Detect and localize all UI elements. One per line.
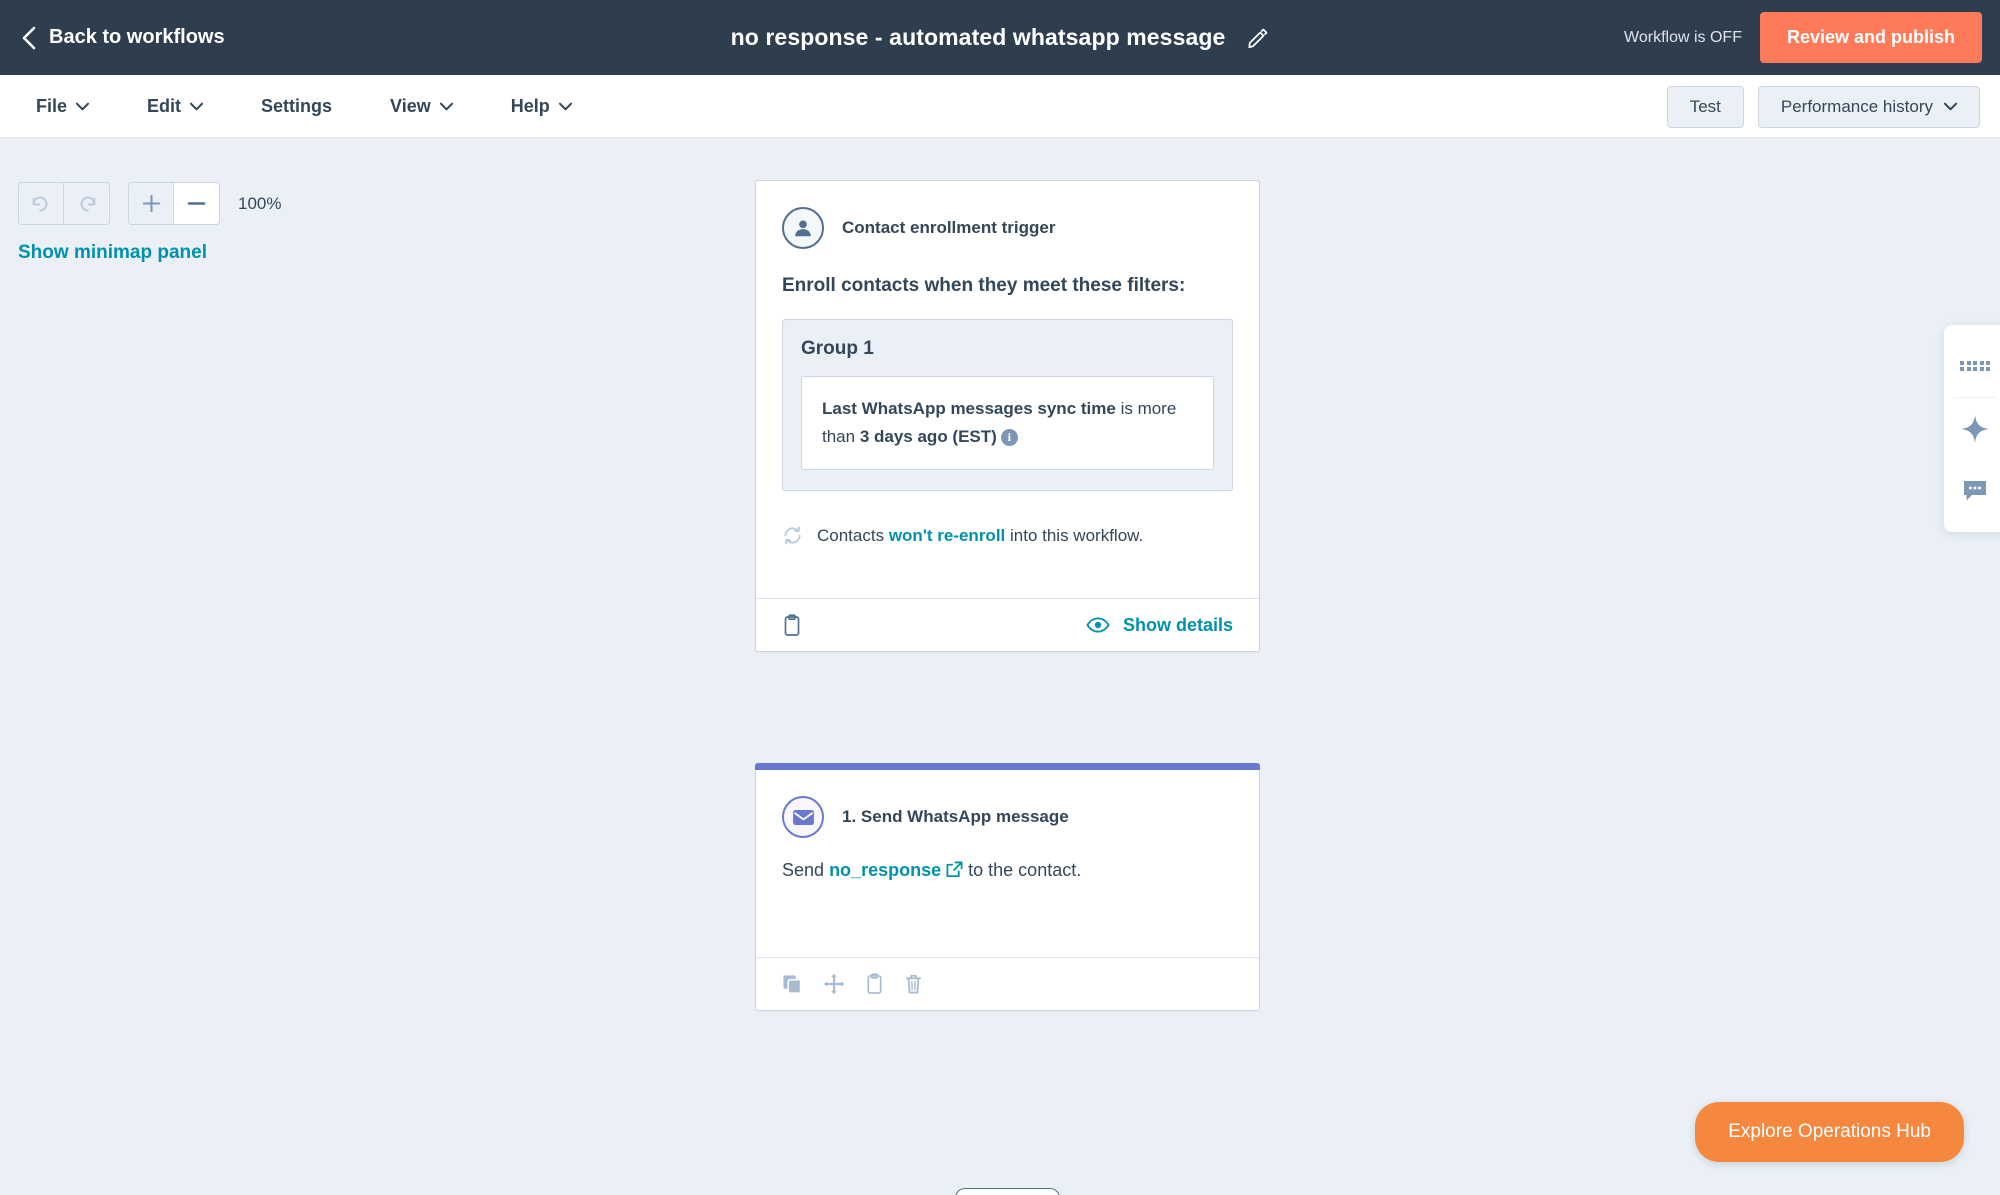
filter-property: Last WhatsApp messages sync time bbox=[822, 399, 1116, 418]
menu-view-label: View bbox=[390, 95, 431, 116]
whatsapp-template-link[interactable]: no_response bbox=[829, 860, 941, 880]
header-actions: Workflow is OFF Review and publish bbox=[1624, 0, 2000, 75]
external-link-icon[interactable] bbox=[946, 861, 963, 878]
send-suffix: to the contact. bbox=[968, 860, 1082, 881]
chevron-left-icon bbox=[22, 26, 36, 49]
performance-history-button[interactable]: Performance history bbox=[1757, 85, 1980, 128]
review-and-publish-button[interactable]: Review and publish bbox=[1759, 12, 1982, 63]
workflow-status-text: Workflow is OFF bbox=[1624, 28, 1742, 46]
filter-value: 3 days ago (EST) bbox=[859, 427, 997, 447]
page-title: no response - automated whatsapp message bbox=[730, 24, 1226, 50]
menu-settings[interactable]: Settings bbox=[261, 96, 368, 117]
panel-ai-assistant-button[interactable] bbox=[1944, 398, 2000, 460]
workflow-node-column: Contact enrollment trigger Enroll contac… bbox=[755, 180, 1260, 1012]
action-description: Send no_response to the contact. bbox=[782, 860, 1233, 881]
clipboard-icon[interactable] bbox=[782, 613, 802, 637]
chat-bubble-icon bbox=[1964, 481, 1986, 501]
menu-bar-actions: Test Performance history bbox=[1666, 75, 1980, 138]
filter-condition[interactable]: Last WhatsApp messages sync time is more… bbox=[801, 376, 1214, 471]
action-accent-bar bbox=[755, 763, 1260, 771]
filter-group-title: Group 1 bbox=[801, 338, 874, 359]
menu-file-label: File bbox=[36, 95, 68, 116]
reenroll-text: Contacts won't re-enroll into this workf… bbox=[817, 526, 1143, 546]
eye-icon bbox=[1086, 617, 1110, 633]
chevron-down-icon bbox=[1944, 102, 1957, 111]
menu-help-label: Help bbox=[510, 95, 550, 116]
info-icon[interactable]: i bbox=[1000, 429, 1018, 447]
action-footer-icons bbox=[782, 973, 923, 995]
send-prefix: Send bbox=[782, 860, 825, 881]
chevron-down-icon bbox=[439, 102, 453, 110]
duplicate-icon[interactable] bbox=[782, 974, 803, 995]
next-step-card-partial[interactable] bbox=[955, 1188, 1060, 1195]
menu-view[interactable]: View bbox=[390, 96, 489, 117]
enroll-filters-label: Enroll contacts when they meet these fil… bbox=[782, 275, 1186, 296]
trigger-card-footer: Show details bbox=[756, 598, 1259, 651]
reenrollment-status: Contacts won't re-enroll into this workf… bbox=[782, 525, 1233, 546]
move-icon[interactable] bbox=[823, 973, 845, 995]
action-card-body: 1. Send WhatsApp message Send no_respons… bbox=[756, 770, 1259, 957]
chevron-down-icon bbox=[558, 102, 572, 110]
menu-file[interactable]: File bbox=[36, 96, 125, 117]
filter-group-1: Group 1 Last WhatsApp messages sync time… bbox=[782, 319, 1233, 492]
chevron-down-icon bbox=[190, 102, 204, 110]
action-card-title: 1. Send WhatsApp message bbox=[842, 807, 1069, 827]
reenroll-prefix: Contacts bbox=[817, 525, 885, 545]
send-whatsapp-message-card[interactable]: 1. Send WhatsApp message Send no_respons… bbox=[755, 763, 1260, 1012]
trigger-card-title: Contact enrollment trigger bbox=[842, 218, 1056, 237]
contact-avatar-icon bbox=[782, 207, 824, 249]
sparkle-ai-icon bbox=[1961, 415, 1989, 443]
right-utility-panel bbox=[1944, 325, 2000, 532]
panel-grid-button[interactable] bbox=[1944, 335, 2000, 397]
menu-help[interactable]: Help bbox=[511, 96, 608, 117]
contact-enrollment-trigger-card[interactable]: Contact enrollment trigger Enroll contac… bbox=[755, 180, 1260, 653]
performance-history-label: Performance history bbox=[1780, 96, 1933, 116]
back-to-workflows-link[interactable]: Back to workflows bbox=[22, 26, 225, 50]
action-card-footer bbox=[756, 957, 1259, 1010]
trigger-card-header: Contact enrollment trigger bbox=[782, 207, 1233, 249]
clipboard-icon[interactable] bbox=[865, 973, 884, 995]
workflow-canvas[interactable]: Contact enrollment trigger Enroll contac… bbox=[0, 138, 2000, 1195]
envelope-icon bbox=[782, 796, 824, 839]
pencil-icon[interactable] bbox=[1247, 27, 1269, 49]
reenroll-highlight[interactable]: won't re-enroll bbox=[889, 526, 1005, 545]
reenroll-suffix: into this workflow. bbox=[1010, 525, 1144, 545]
test-button[interactable]: Test bbox=[1666, 85, 1744, 128]
chevron-down-icon bbox=[76, 102, 90, 110]
top-header-bar: Back to workflows no response - automate… bbox=[0, 0, 2000, 75]
show-details-button[interactable]: Show details bbox=[1086, 615, 1233, 636]
menu-bar: File Edit Settings View Help Test Perfor… bbox=[0, 75, 2000, 138]
test-button-label: Test bbox=[1689, 96, 1721, 116]
menu-edit-label: Edit bbox=[147, 95, 182, 116]
action-card-header: 1. Send WhatsApp message bbox=[782, 796, 1233, 839]
menu-edit[interactable]: Edit bbox=[147, 96, 239, 117]
back-to-workflows-label: Back to workflows bbox=[49, 26, 225, 48]
trigger-card-body: Contact enrollment trigger Enroll contac… bbox=[756, 181, 1259, 598]
panel-chat-button[interactable] bbox=[1944, 460, 2000, 522]
show-details-label: Show details bbox=[1122, 614, 1233, 635]
trash-icon[interactable] bbox=[904, 973, 923, 995]
grid-dots-icon bbox=[1960, 360, 1990, 372]
menu-items: File Edit Settings View Help bbox=[36, 96, 630, 117]
menu-settings-label: Settings bbox=[261, 95, 333, 116]
trigger-footer-icons bbox=[782, 613, 802, 637]
explore-operations-hub-button[interactable]: Explore Operations Hub bbox=[1695, 1102, 1964, 1162]
refresh-icon bbox=[784, 526, 801, 545]
